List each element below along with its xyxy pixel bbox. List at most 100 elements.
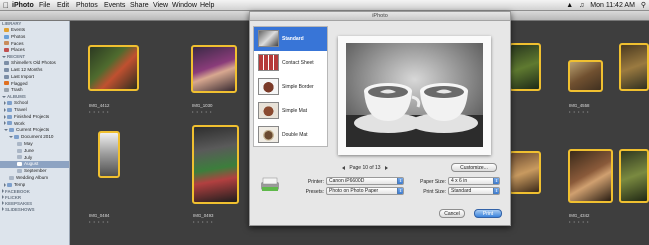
photo-thumbnail[interactable] bbox=[509, 43, 541, 91]
photo-thumbnail[interactable] bbox=[98, 131, 120, 178]
sidebar-section-slideshows[interactable]: SLIDESHOWS bbox=[0, 207, 69, 213]
disclosure-triangle-icon[interactable] bbox=[2, 207, 4, 212]
sidebar-item-events[interactable]: Events bbox=[0, 27, 69, 34]
photo-caption: IMG_1030 bbox=[192, 103, 213, 108]
theme-simple-border[interactable]: Simple Border bbox=[254, 75, 327, 99]
menu-file[interactable]: File bbox=[39, 0, 50, 11]
sidebar-item-school[interactable]: School bbox=[0, 100, 69, 107]
disclosure-triangle-icon[interactable] bbox=[4, 182, 6, 187]
photo-thumbnail[interactable] bbox=[192, 125, 239, 204]
photos-icon bbox=[4, 34, 9, 39]
sidebar-item-old-photos[interactable]: Shimelle's Old Photos bbox=[0, 60, 69, 67]
rating-dots[interactable]: • • • • • bbox=[193, 219, 213, 224]
disclosure-triangle-icon[interactable] bbox=[4, 107, 6, 112]
photo-thumbnail[interactable] bbox=[191, 45, 237, 93]
print-button[interactable]: Print bbox=[474, 209, 502, 218]
album-icon bbox=[9, 175, 14, 180]
sidebar-item-june[interactable]: June bbox=[0, 148, 69, 155]
rating-dots[interactable]: • • • • • bbox=[569, 219, 589, 224]
apple-icon[interactable]:  bbox=[3, 0, 9, 11]
photo-caption: IMG_0484 bbox=[89, 213, 110, 218]
disclosure-triangle-icon[interactable] bbox=[4, 129, 8, 132]
sidebar-item-flagged[interactable]: Flagged bbox=[0, 81, 69, 88]
sidebar-item-places[interactable]: Places bbox=[0, 47, 69, 54]
menu-edit[interactable]: Edit bbox=[57, 0, 69, 11]
menu-photos[interactable]: Photos bbox=[76, 0, 98, 11]
sidebar-item-document-2010[interactable]: Document 2010 bbox=[0, 134, 69, 141]
photo-thumbnail[interactable] bbox=[88, 45, 139, 91]
album-icon bbox=[17, 162, 22, 167]
sidebar-item-august[interactable]: August bbox=[0, 161, 69, 169]
printer-label: Printer: bbox=[307, 179, 324, 185]
sidebar-item-faces[interactable]: Faces bbox=[0, 41, 69, 48]
theme-thumbnail bbox=[258, 102, 279, 119]
volume-icon[interactable]: ♫ bbox=[579, 2, 584, 9]
clock[interactable]: Mon 11:42 AM bbox=[590, 2, 635, 9]
folder-icon bbox=[7, 114, 12, 119]
photo-thumbnail[interactable] bbox=[568, 149, 613, 203]
disclosure-triangle-icon[interactable] bbox=[2, 56, 6, 59]
sidebar-item-travel[interactable]: Travel bbox=[0, 107, 69, 114]
sidebar-item-september[interactable]: September bbox=[0, 168, 69, 175]
theme-double-mat[interactable]: Double Mat bbox=[254, 123, 327, 147]
printer-icon bbox=[259, 176, 281, 193]
theme-contact-sheet[interactable]: Contact Sheet bbox=[254, 51, 327, 75]
sidebar-item-work[interactable]: Work bbox=[0, 121, 69, 128]
sidebar-item-last-12-months[interactable]: Last 12 Months bbox=[0, 67, 69, 74]
sidebar-item-photos[interactable]: Photos bbox=[0, 34, 69, 41]
menu-help[interactable]: Help bbox=[200, 0, 214, 11]
rating-dots[interactable]: • • • • • bbox=[89, 219, 109, 224]
sidebar-item-last-import[interactable]: Last Import bbox=[0, 74, 69, 81]
menu-share[interactable]: Share bbox=[130, 0, 149, 11]
presets-select[interactable]: Photo on Photo Paper ⇕ bbox=[326, 187, 404, 195]
chevron-updown-icon: ⇕ bbox=[397, 188, 403, 194]
print-size-label: Print Size: bbox=[423, 189, 446, 195]
menu-events[interactable]: Events bbox=[104, 0, 125, 11]
sidebar-item-temp[interactable]: Temp bbox=[0, 182, 69, 189]
paper-size-label: Paper Size: bbox=[420, 179, 446, 185]
next-page-icon[interactable] bbox=[384, 165, 388, 170]
print-size-select[interactable]: Standard ⇕ bbox=[448, 187, 500, 195]
printer-select[interactable]: Canon iP6600D ⇕ bbox=[326, 177, 404, 185]
menu-window[interactable]: Window bbox=[172, 0, 197, 11]
album-icon bbox=[17, 141, 22, 146]
import-icon bbox=[4, 74, 9, 79]
chevron-updown-icon: ⇕ bbox=[397, 178, 403, 184]
sidebar-item-july[interactable]: July bbox=[0, 155, 69, 162]
disclosure-triangle-icon[interactable] bbox=[2, 195, 4, 200]
disclosure-triangle-icon[interactable] bbox=[4, 100, 6, 105]
customize-button[interactable]: Customize... bbox=[451, 163, 497, 172]
disclosure-triangle-icon[interactable] bbox=[2, 189, 4, 194]
photo-thumbnail[interactable] bbox=[619, 149, 649, 203]
rating-dots[interactable]: • • • • • bbox=[569, 109, 589, 114]
cancel-button[interactable]: Cancel bbox=[439, 209, 465, 218]
theme-standard[interactable]: Standard bbox=[254, 27, 327, 51]
sidebar-item-finished-projects[interactable]: Finished Projects bbox=[0, 114, 69, 121]
photo-thumbnail[interactable] bbox=[568, 60, 603, 92]
sidebar-item-trash[interactable]: Trash bbox=[0, 87, 69, 94]
photo-thumbnail[interactable] bbox=[509, 151, 541, 194]
folder-icon bbox=[7, 107, 12, 112]
theme-thumbnail bbox=[258, 30, 279, 47]
menu-view[interactable]: View bbox=[153, 0, 168, 11]
paper-size-select[interactable]: 4 x 6 in ⇕ bbox=[448, 177, 500, 185]
theme-simple-mat[interactable]: Simple Mat bbox=[254, 99, 327, 123]
sidebar-item-may[interactable]: May bbox=[0, 141, 69, 148]
sidebar-item-current-projects[interactable]: Current Projects bbox=[0, 127, 69, 134]
disclosure-triangle-icon[interactable] bbox=[9, 135, 13, 138]
disclosure-triangle-icon[interactable] bbox=[2, 201, 4, 206]
disclosure-triangle-icon[interactable] bbox=[2, 96, 6, 99]
photo-thumbnail[interactable] bbox=[619, 43, 649, 91]
trash-icon bbox=[4, 88, 9, 93]
rating-dots[interactable]: • • • • • bbox=[192, 109, 212, 114]
rating-dots[interactable]: • • • • • bbox=[89, 109, 109, 114]
disclosure-triangle-icon[interactable] bbox=[4, 114, 6, 119]
wifi-icon[interactable]: ▲ bbox=[566, 2, 573, 9]
print-theme-list: Standard Contact Sheet Simple Border Sim… bbox=[253, 26, 328, 147]
source-list: LIBRARY Events Photos Faces Places RECEN… bbox=[0, 21, 70, 245]
disclosure-triangle-icon[interactable] bbox=[4, 121, 6, 126]
spotlight-icon[interactable]: ⚲ bbox=[641, 2, 646, 9]
sidebar-item-wedding-album[interactable]: Wedding Album bbox=[0, 175, 69, 182]
previous-page-icon[interactable] bbox=[342, 165, 345, 170]
menu-app-name[interactable]: iPhoto bbox=[12, 0, 34, 11]
